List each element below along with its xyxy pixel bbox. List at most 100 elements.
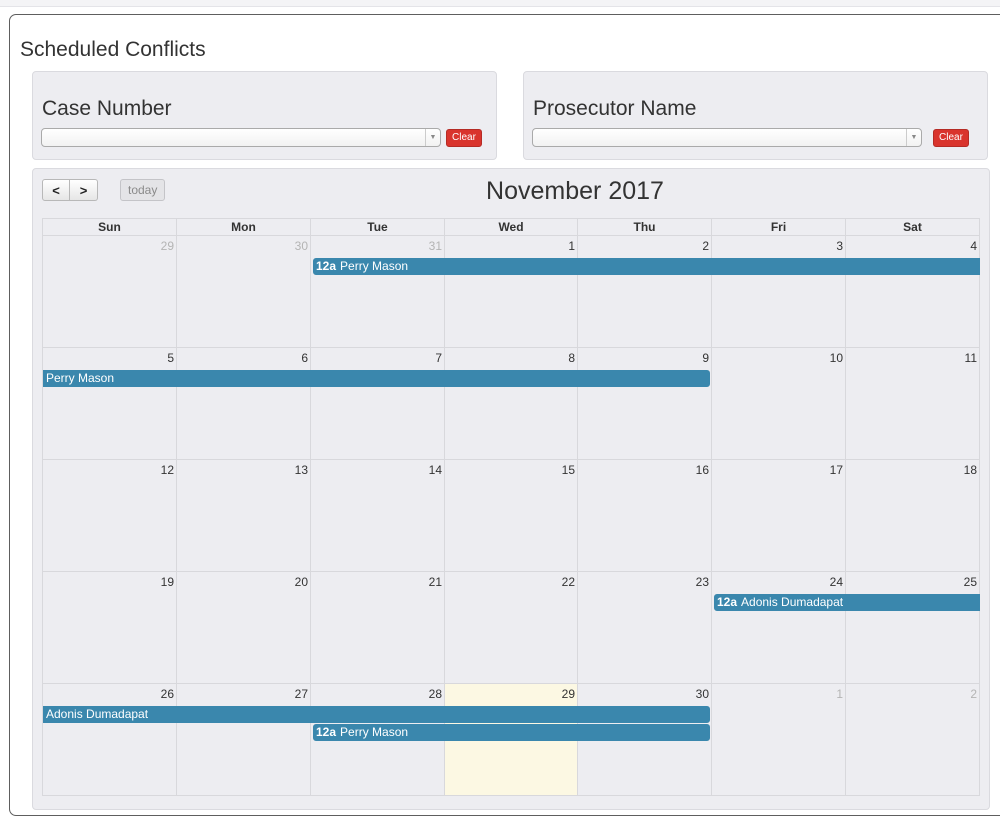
prosecutor-name-select[interactable]: ▼	[532, 128, 922, 147]
event-title: Adonis Dumadapat	[741, 595, 844, 609]
day-cell[interactable]: 18	[846, 460, 980, 572]
day-cell[interactable]: 31	[311, 236, 445, 348]
event-time: 12a	[316, 725, 337, 739]
week-row: 26 27 28 29 30 1 2 Adonis Dumadapat 12a Perry Mas…	[43, 684, 980, 796]
chevron-down-icon[interactable]: ▼	[425, 129, 440, 146]
calendar-event[interactable]: 12a Perry Mason	[313, 724, 710, 741]
day-number[interactable]: 11	[965, 351, 977, 365]
day-cell[interactable]: 3	[712, 236, 846, 348]
day-cell[interactable]: 12	[43, 460, 177, 572]
weekday-header-fri: Fri	[712, 219, 846, 236]
day-cell[interactable]: 9	[578, 348, 712, 460]
day-number[interactable]: 4	[970, 239, 977, 253]
day-cell[interactable]: 30	[177, 236, 311, 348]
day-cell[interactable]: 6	[177, 348, 311, 460]
week-row: 19 20 21 22 23 24 25 12a Adonis Dumadapat	[43, 572, 980, 684]
day-number[interactable]: 13	[295, 463, 308, 477]
day-number[interactable]: 30	[696, 687, 709, 701]
weekday-header-tue: Tue	[311, 219, 445, 236]
day-cell[interactable]: 5	[43, 348, 177, 460]
case-number-filter-panel: Case Number ▼ Clear	[32, 71, 497, 160]
day-number[interactable]: 29	[562, 687, 575, 701]
calendar-event[interactable]: 12a Perry Mason	[313, 258, 980, 275]
day-number[interactable]: 10	[830, 351, 843, 365]
day-number[interactable]: 2	[702, 239, 709, 253]
day-number[interactable]: 2	[970, 687, 977, 701]
day-number[interactable]: 17	[830, 463, 843, 477]
day-cell[interactable]: 14	[311, 460, 445, 572]
day-number[interactable]: 7	[435, 351, 442, 365]
month-grid: Sun Mon Tue Wed Thu Fri Sat 29 30 31 1 2 3 4 12a Perry…	[42, 218, 980, 796]
calendar-event[interactable]: Perry Mason	[43, 370, 710, 387]
day-number[interactable]: 19	[161, 575, 174, 589]
day-cell[interactable]: 7	[311, 348, 445, 460]
day-cell[interactable]: 10	[712, 348, 846, 460]
prosecutor-name-clear-button[interactable]: Clear	[933, 129, 969, 147]
day-cell[interactable]: 24	[712, 572, 846, 684]
day-cell[interactable]: 17	[712, 460, 846, 572]
prev-month-button[interactable]: <	[42, 179, 70, 201]
weekday-header-sun: Sun	[43, 219, 177, 236]
chevron-right-icon: >	[79, 182, 88, 198]
day-number[interactable]: 26	[161, 687, 174, 701]
day-cell[interactable]: 11	[846, 348, 980, 460]
day-number[interactable]: 8	[568, 351, 575, 365]
day-cell[interactable]: 4	[846, 236, 980, 348]
day-cell[interactable]: 13	[177, 460, 311, 572]
day-cell[interactable]: 2	[846, 684, 980, 796]
case-number-clear-button[interactable]: Clear	[446, 129, 482, 147]
day-cell[interactable]: 23	[578, 572, 712, 684]
chevron-down-icon[interactable]: ▼	[906, 129, 921, 146]
day-cell[interactable]: 22	[445, 572, 578, 684]
day-number[interactable]: 27	[295, 687, 308, 701]
day-number[interactable]: 15	[562, 463, 575, 477]
calendar-event[interactable]: Adonis Dumadapat	[43, 706, 710, 723]
day-number[interactable]: 6	[301, 351, 308, 365]
today-button[interactable]: today	[120, 179, 166, 201]
day-number[interactable]: 30	[295, 239, 308, 253]
case-number-select[interactable]: ▼	[41, 128, 441, 147]
day-number[interactable]: 29	[161, 239, 174, 253]
day-number[interactable]: 1	[568, 239, 575, 253]
event-title: Perry Mason	[340, 259, 409, 273]
week-row: 29 30 31 1 2 3 4 12a Perry Mason	[43, 236, 980, 348]
calendar-nav-group: < >	[42, 179, 98, 201]
day-cell[interactable]: 15	[445, 460, 578, 572]
day-number[interactable]: 1	[836, 687, 843, 701]
day-number[interactable]: 22	[562, 575, 575, 589]
day-cell[interactable]: 29	[43, 236, 177, 348]
day-number[interactable]: 23	[696, 575, 709, 589]
day-number[interactable]: 25	[964, 575, 977, 589]
day-number[interactable]: 21	[429, 575, 442, 589]
day-number[interactable]: 18	[964, 463, 977, 477]
week-row: 5 6 7 8 9 10 11 Perry Mason	[43, 348, 980, 460]
day-number[interactable]: 24	[830, 575, 843, 589]
day-cell[interactable]: 1	[445, 236, 578, 348]
day-cell[interactable]: 25	[846, 572, 980, 684]
day-number[interactable]: 12	[161, 463, 174, 477]
day-number[interactable]: 3	[836, 239, 843, 253]
day-cell[interactable]: 21	[311, 572, 445, 684]
day-cell[interactable]: 16	[578, 460, 712, 572]
day-cell[interactable]: 27	[177, 684, 311, 796]
weekday-header-row: Sun Mon Tue Wed Thu Fri Sat	[43, 219, 980, 236]
event-title: Perry Mason	[46, 371, 115, 385]
day-cell[interactable]: 20	[177, 572, 311, 684]
day-number[interactable]: 20	[295, 575, 308, 589]
next-month-button[interactable]: >	[70, 179, 98, 201]
day-number[interactable]: 5	[167, 351, 174, 365]
weekday-header-thu: Thu	[578, 219, 712, 236]
day-number[interactable]: 28	[429, 687, 442, 701]
day-cell[interactable]: 2	[578, 236, 712, 348]
event-time: 12a	[316, 259, 337, 273]
day-number[interactable]: 9	[702, 351, 709, 365]
day-cell[interactable]: 8	[445, 348, 578, 460]
day-number[interactable]: 14	[429, 463, 442, 477]
day-number[interactable]: 31	[429, 239, 442, 253]
day-cell[interactable]: 26	[43, 684, 177, 796]
calendar-panel: < > today November 2017 Sun Mon Tue Wed Thu F…	[32, 168, 990, 810]
day-cell[interactable]: 1	[712, 684, 846, 796]
day-cell[interactable]: 19	[43, 572, 177, 684]
calendar-event[interactable]: 12a Adonis Dumadapat	[714, 594, 980, 611]
day-number[interactable]: 16	[696, 463, 709, 477]
